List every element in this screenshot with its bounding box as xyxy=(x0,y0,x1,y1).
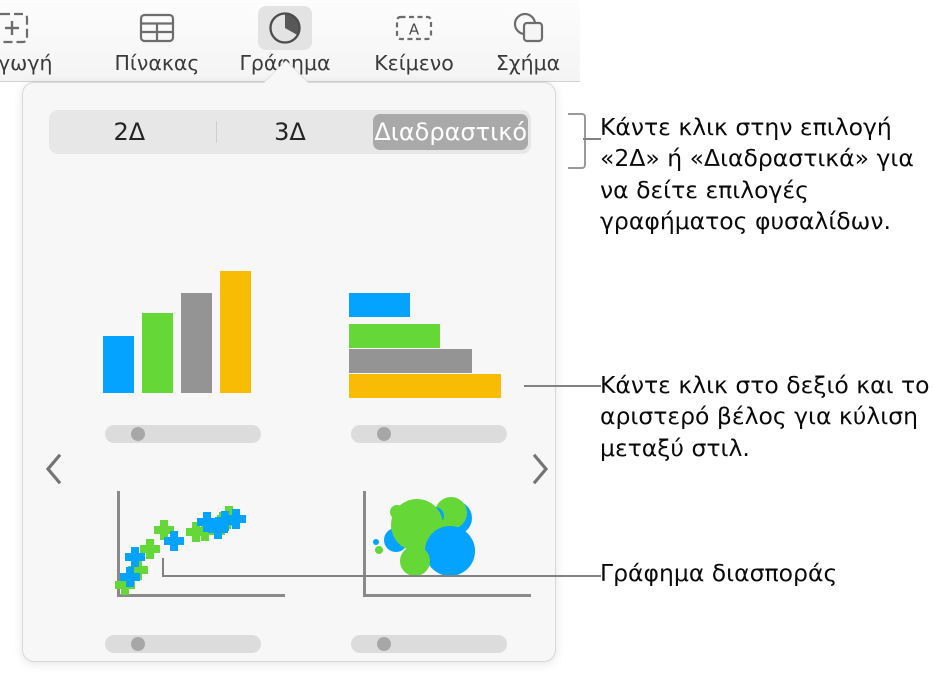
toolbar-item-text-label: Κείμενο xyxy=(374,51,454,75)
column-chart-preview xyxy=(85,271,285,403)
bar-chart-preview xyxy=(331,273,531,403)
text-box-icon: A xyxy=(387,6,441,50)
prev-styles-button[interactable] xyxy=(37,445,71,493)
callout-1-bracket xyxy=(568,113,586,169)
scatter-chart-preview xyxy=(85,483,285,613)
callout-text-arrows: Κάντε κλικ στο δεξιό και το αριστερό βέλ… xyxy=(600,371,930,462)
table-grid-icon xyxy=(130,6,184,50)
segment-2d[interactable]: 2Δ xyxy=(52,114,207,150)
bar-yellow xyxy=(220,271,251,393)
callout-3-leader-vertical xyxy=(162,558,164,576)
slider-knob[interactable] xyxy=(131,637,145,651)
bar-chart-slider[interactable] xyxy=(351,425,507,443)
bar-gray xyxy=(181,293,212,393)
scatter-chart-slider[interactable] xyxy=(105,635,261,653)
callout-text-chart-types: Κάντε κλικ στην επιλογή «2Δ» ή «Διαδραστ… xyxy=(600,113,914,235)
toolbar-item-text[interactable]: A Κείμενο xyxy=(360,4,468,78)
bar-yellow xyxy=(349,374,501,398)
bubble-chart-preview xyxy=(331,483,531,613)
chevron-right-icon xyxy=(532,453,549,485)
callout-2-leader xyxy=(524,385,601,387)
slider-knob[interactable] xyxy=(131,427,145,441)
slider-knob[interactable] xyxy=(377,427,391,441)
chart-thumbnail-bar[interactable] xyxy=(331,273,531,443)
shapes-icon xyxy=(501,6,555,50)
callout-1-leader xyxy=(583,138,601,140)
column-chart-slider[interactable] xyxy=(105,425,261,443)
screenshot-root: σαγωγή Πίνακας Γράφημα xyxy=(0,0,934,692)
bar-blue xyxy=(103,336,134,393)
segment-3d[interactable]: 3Δ xyxy=(213,114,368,150)
toolbar-item-insert-label: σαγωγή xyxy=(0,51,53,75)
popover-pointer-arrow xyxy=(264,61,308,83)
toolbar-item-table[interactable]: Πίνακας xyxy=(103,4,211,78)
chart-type-segmented-control[interactable]: 2Δ 3Δ Διαδραστικό xyxy=(49,110,531,154)
toolbar-item-shape[interactable]: Σχήμα xyxy=(474,4,582,78)
chart-thumbnail-column[interactable] xyxy=(85,271,285,443)
next-styles-button[interactable] xyxy=(523,445,557,493)
bar-blue xyxy=(349,293,410,317)
pie-chart-icon xyxy=(258,6,312,50)
bubble-chart-slider[interactable] xyxy=(351,635,507,653)
callout-text-scatter-chart: Γράφημα διασποράς xyxy=(600,559,838,587)
insert-plus-icon xyxy=(0,6,39,50)
chart-thumbnail-scatter[interactable] xyxy=(85,483,285,653)
segment-interactive[interactable]: Διαδραστικό xyxy=(373,114,529,150)
toolbar-item-shape-label: Σχήμα xyxy=(495,51,561,75)
bubble-markers xyxy=(373,497,475,576)
slider-knob[interactable] xyxy=(377,637,391,651)
svg-text:A: A xyxy=(409,21,420,39)
chart-thumbnail-bubble[interactable] xyxy=(331,483,531,653)
chevron-left-icon xyxy=(45,453,62,485)
toolbar-item-table-label: Πίνακας xyxy=(114,51,200,75)
callout-3-leader-horizontal xyxy=(162,575,601,577)
bar-green xyxy=(142,313,173,393)
bar-green xyxy=(349,324,440,348)
bar-gray xyxy=(349,349,472,373)
toolbar-item-insert[interactable]: σαγωγή xyxy=(0,4,66,78)
scatter-markers xyxy=(115,506,246,595)
